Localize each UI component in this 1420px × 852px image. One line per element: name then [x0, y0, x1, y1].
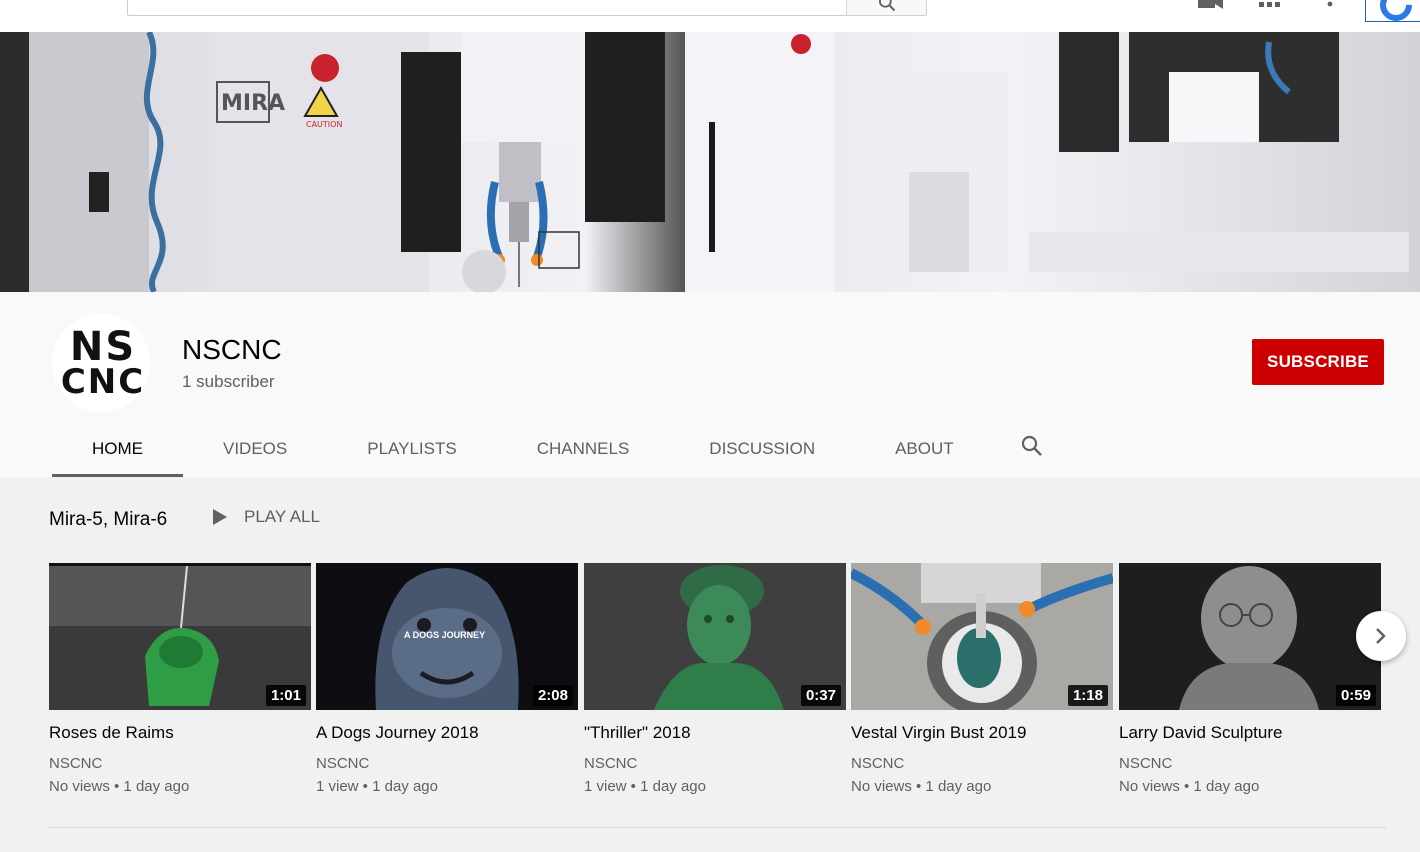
- tab-videos[interactable]: VIDEOS: [183, 420, 327, 477]
- video-duration: 0:37: [800, 685, 841, 706]
- video-camera-icon[interactable]: [1198, 0, 1224, 10]
- video-meta: No views • 1 day ago: [1119, 778, 1260, 795]
- channel-header: NS CNC NSCNC 1 subscriber SUBSCRIBE HOME…: [0, 292, 1420, 477]
- svg-text:CAUTION: CAUTION: [306, 120, 342, 129]
- video-duration: 1:18: [1067, 685, 1108, 706]
- video-shelf: 1:01 Roses de Raims NSCNC No views • 1 d…: [49, 563, 1381, 803]
- video-thumbnail[interactable]: 1:01: [49, 563, 311, 710]
- video-card[interactable]: 0:37 "Thriller" 2018 NSCNC 1 view • 1 da…: [584, 563, 846, 795]
- video-channel[interactable]: NSCNC: [584, 755, 846, 772]
- section-divider: [49, 827, 1386, 828]
- logo-text-bottom: CNC: [60, 362, 146, 402]
- video-card[interactable]: 1:01 Roses de Raims NSCNC No views • 1 d…: [49, 563, 311, 795]
- apps-grid-icon[interactable]: [1259, 0, 1281, 10]
- video-channel[interactable]: NSCNC: [49, 755, 311, 772]
- video-title[interactable]: Larry David Sculpture: [1119, 723, 1381, 743]
- shelf-title[interactable]: Mira-5, Mira-6: [49, 509, 167, 531]
- search-icon: [879, 0, 896, 12]
- video-duration: 0:59: [1335, 685, 1376, 706]
- video-meta: 1 view • 1 day ago: [584, 778, 706, 795]
- video-thumbnail[interactable]: A DOGS JOURNEY 2:08: [316, 563, 578, 710]
- video-card[interactable]: A DOGS JOURNEY 2:08 A Dogs Journey 2018 …: [316, 563, 578, 795]
- channel-avatar[interactable]: NS CNC: [52, 314, 150, 412]
- video-duration: 1:01: [265, 685, 306, 706]
- tab-about[interactable]: ABOUT: [855, 420, 994, 477]
- channel-name: NSCNC: [182, 334, 282, 365]
- thumbnail-overlay-text: A DOGS JOURNEY: [404, 630, 486, 640]
- channel-banner: MIRA CAUTION: [0, 32, 1420, 292]
- video-meta: 1 view • 1 day ago: [316, 778, 438, 795]
- banner-art: MIRA CAUTION: [29, 32, 1409, 292]
- video-duration: 2:08: [532, 685, 573, 706]
- channel-tabs: HOME VIDEOS PLAYLISTS CHANNELS DISCUSSIO…: [52, 420, 994, 477]
- video-channel[interactable]: NSCNC: [316, 755, 578, 772]
- more-vert-icon[interactable]: [1326, 0, 1334, 10]
- video-card[interactable]: 0:59 Larry David Sculpture NSCNC No view…: [1119, 563, 1381, 795]
- video-channel[interactable]: NSCNC: [851, 755, 1113, 772]
- search-input[interactable]: [128, 0, 847, 15]
- shelf-next-button[interactable]: [1356, 611, 1406, 661]
- tab-channels[interactable]: CHANNELS: [497, 420, 670, 477]
- video-title[interactable]: "Thriller" 2018: [584, 723, 846, 743]
- banner-image: MIRA CAUTION: [29, 32, 1420, 292]
- video-channel[interactable]: NSCNC: [1119, 755, 1381, 772]
- svg-text:MIRA: MIRA: [221, 91, 285, 116]
- tab-discussion[interactable]: DISCUSSION: [669, 420, 855, 477]
- search-button[interactable]: [846, 0, 927, 16]
- video-meta: No views • 1 day ago: [851, 778, 992, 795]
- chevron-right-icon: [1376, 628, 1386, 644]
- video-title[interactable]: Roses de Raims: [49, 723, 311, 743]
- tab-home[interactable]: HOME: [52, 420, 183, 477]
- subscribe-button[interactable]: SUBSCRIBE: [1252, 339, 1384, 385]
- video-title[interactable]: A Dogs Journey 2018: [316, 723, 578, 743]
- search-box[interactable]: [127, 0, 847, 16]
- play-icon: [213, 509, 227, 525]
- play-all-label: PLAY ALL: [244, 507, 320, 526]
- account-avatar[interactable]: [1365, 0, 1420, 28]
- video-thumbnail[interactable]: 1:18: [851, 563, 1113, 710]
- video-meta: No views • 1 day ago: [49, 778, 190, 795]
- video-thumbnail[interactable]: 0:37: [584, 563, 846, 710]
- video-card[interactable]: 1:18 Vestal Virgin Bust 2019 NSCNC No vi…: [851, 563, 1113, 795]
- play-all-button[interactable]: PLAY ALL: [212, 507, 320, 527]
- masthead: [0, 0, 1420, 32]
- channel-search-icon[interactable]: [1020, 434, 1044, 458]
- tab-playlists[interactable]: PLAYLISTS: [327, 420, 496, 477]
- video-title[interactable]: Vestal Virgin Bust 2019: [851, 723, 1113, 743]
- subscriber-count: 1 subscriber: [182, 372, 275, 391]
- video-thumbnail[interactable]: 0:59: [1119, 563, 1381, 710]
